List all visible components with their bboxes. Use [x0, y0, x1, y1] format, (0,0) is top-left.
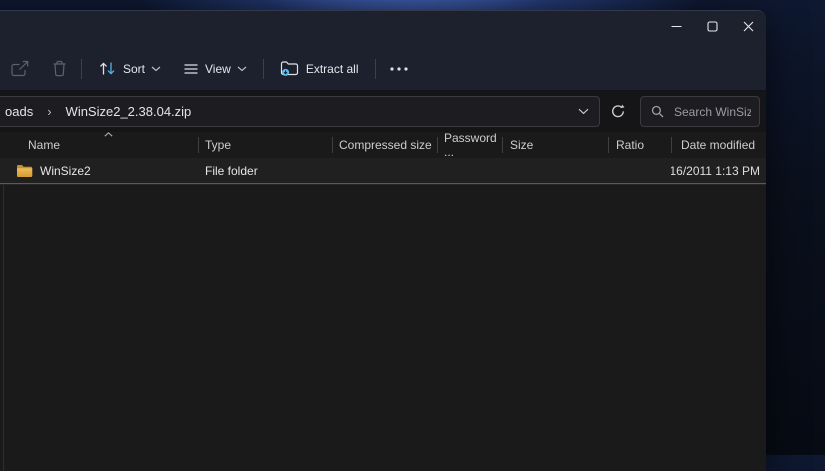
view-icon — [183, 62, 199, 76]
more-icon — [389, 66, 408, 71]
column-header-password[interactable]: Password ... — [437, 131, 502, 159]
refresh-icon — [610, 103, 626, 119]
toolbar-separator — [262, 58, 264, 79]
column-label: Compressed size — [339, 138, 432, 152]
column-label: Date modified — [681, 138, 756, 152]
column-headers: Name Type Compressed size Password ... S… — [0, 131, 766, 159]
row-divider-shadow — [0, 184, 766, 185]
column-label: Type — [205, 138, 232, 152]
address-row: oads › WinSize2_2.38.04.zip — [0, 91, 766, 132]
close-icon — [743, 21, 754, 32]
toolbar-separator — [374, 58, 376, 79]
file-list-pane: Name Type Compressed size Password ... S… — [0, 131, 766, 471]
folder-icon — [16, 164, 33, 178]
file-type-cell: File folder — [205, 163, 258, 178]
chevron-down-icon — [237, 66, 247, 72]
file-password-cell — [437, 158, 502, 183]
maximize-icon — [706, 20, 718, 32]
extract-all-label: Extract all — [305, 61, 359, 76]
toolbar: Sort View Extract all — [0, 47, 766, 91]
column-header-date-modified[interactable]: Date modified — [671, 132, 766, 158]
breadcrumb-segment-downloads[interactable]: oads — [5, 104, 33, 119]
column-header-size[interactable]: Size — [502, 132, 608, 158]
column-label: Size — [510, 138, 534, 152]
maximize-button[interactable] — [694, 13, 730, 39]
sort-ascending-icon — [104, 132, 113, 137]
file-name: WinSize2 — [40, 163, 91, 178]
chevron-down-icon — [578, 108, 589, 115]
delete-icon — [52, 60, 67, 77]
refresh-button[interactable] — [606, 99, 630, 123]
sort-button[interactable]: Sort — [92, 57, 167, 80]
sort-icon — [98, 61, 117, 76]
explorer-window: Sort View Extract all oads › WinSize2_2.… — [0, 10, 766, 471]
file-date-modified-cell: 6/16/2011 1:13 PM — [671, 163, 760, 178]
close-button[interactable] — [730, 13, 766, 39]
sort-label: Sort — [123, 61, 146, 76]
minimize-icon — [671, 21, 682, 32]
see-more-button[interactable] — [386, 63, 412, 75]
column-label: Ratio — [616, 138, 645, 152]
column-header-type[interactable]: Type — [198, 132, 332, 158]
file-compressed-size-cell — [332, 158, 437, 183]
search-icon — [651, 105, 664, 118]
table-row[interactable]: WinSize2 File folder 6/16/2011 1:13 PM — [0, 158, 766, 183]
search-box — [640, 96, 760, 127]
titlebar — [0, 11, 766, 47]
minimize-button[interactable] — [658, 13, 694, 39]
share-button[interactable] — [6, 56, 34, 82]
column-label: Password ... — [444, 131, 497, 159]
address-bar[interactable]: oads › WinSize2_2.38.04.zip — [0, 96, 600, 127]
chevron-down-icon — [151, 66, 161, 72]
view-button[interactable]: View — [177, 58, 253, 80]
file-ratio-cell — [608, 158, 671, 183]
address-dropdown-button[interactable] — [574, 97, 593, 126]
view-label: View — [205, 61, 231, 76]
search-input[interactable] — [672, 103, 753, 120]
column-header-compressed-size[interactable]: Compressed size — [332, 132, 437, 158]
column-header-ratio[interactable]: Ratio — [608, 132, 671, 158]
window-controls — [658, 13, 766, 39]
share-icon — [10, 60, 30, 78]
file-size-cell — [502, 158, 608, 183]
delete-button[interactable] — [48, 56, 71, 81]
breadcrumb-segment-zip[interactable]: WinSize2_2.38.04.zip — [66, 104, 192, 119]
extract-all-button[interactable]: Extract all — [274, 56, 365, 81]
column-header-name[interactable]: Name — [0, 132, 198, 158]
navigation-pane-splitter[interactable] — [3, 185, 4, 471]
file-name-cell: WinSize2 — [0, 158, 198, 183]
toolbar-separator — [81, 58, 82, 79]
extract-folder-icon — [280, 60, 300, 77]
breadcrumb-chevron-icon[interactable]: › — [47, 104, 51, 119]
column-label: Name — [28, 138, 61, 152]
